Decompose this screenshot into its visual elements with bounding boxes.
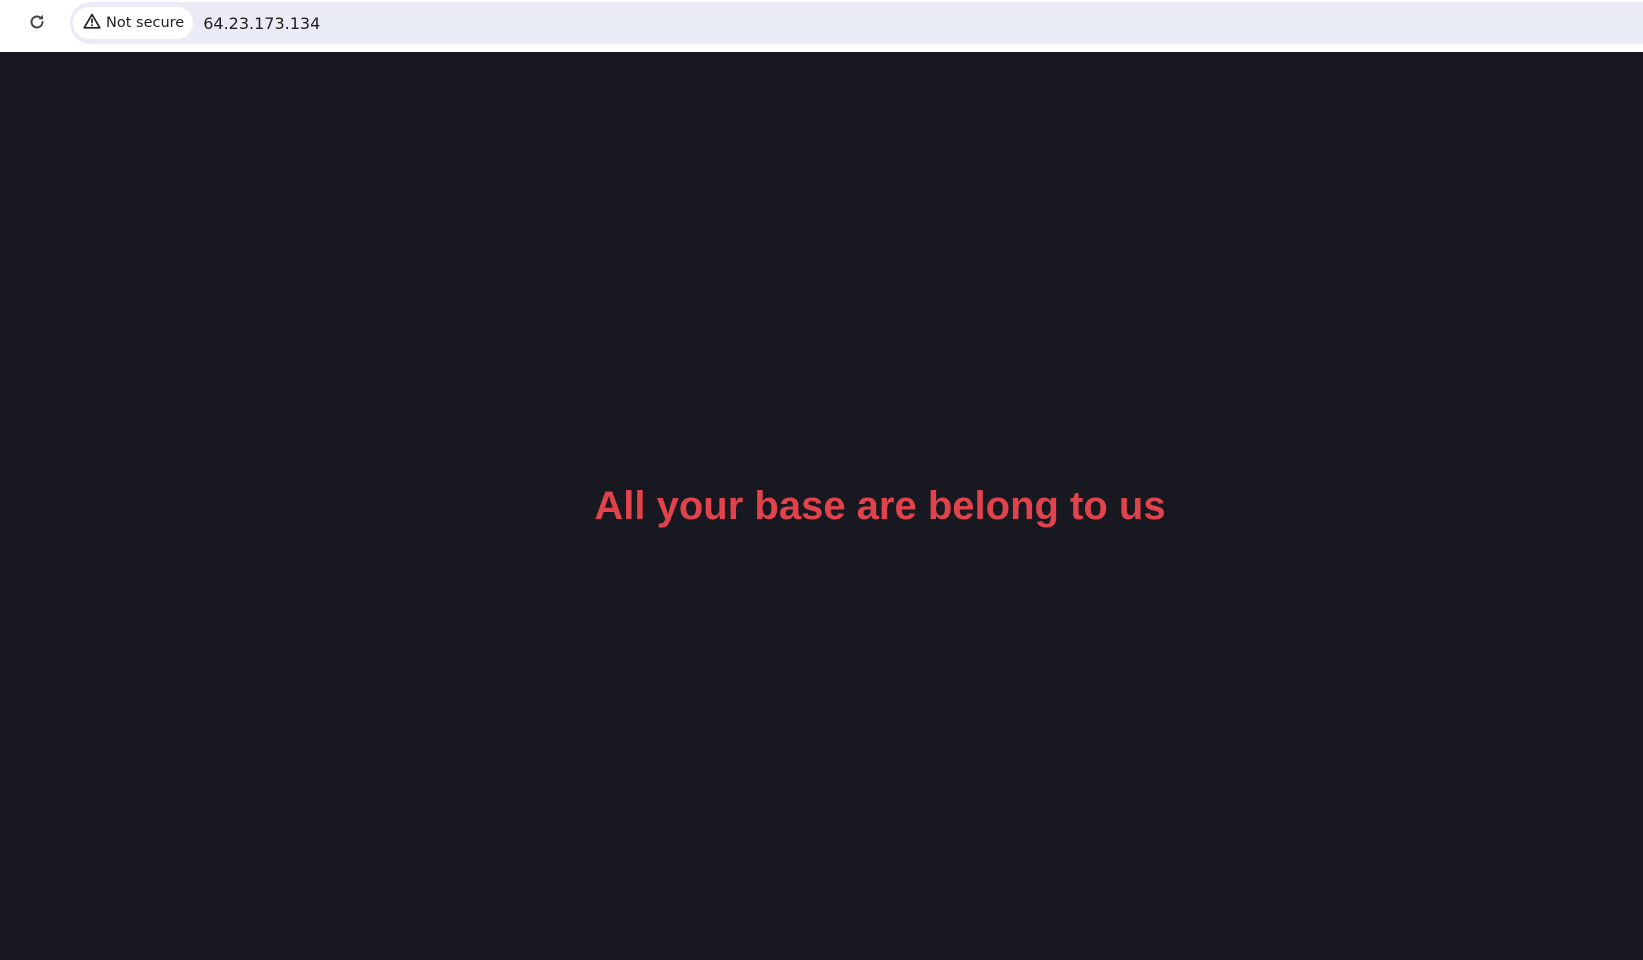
security-indicator-button[interactable]: Not secure (73, 7, 194, 39)
address-bar[interactable]: Not secure 64.23.173.134 (70, 2, 1643, 44)
reload-button[interactable] (21, 8, 53, 40)
reload-icon (27, 12, 47, 37)
warning-triangle-icon (83, 13, 101, 34)
security-label: Not secure (106, 15, 185, 31)
browser-toolbar: Not secure 64.23.173.134 (0, 0, 1643, 52)
page-content: All your base are belong to us (0, 52, 1643, 960)
page-message: All your base are belong to us (594, 484, 1166, 528)
url-text[interactable]: 64.23.173.134 (203, 14, 320, 33)
